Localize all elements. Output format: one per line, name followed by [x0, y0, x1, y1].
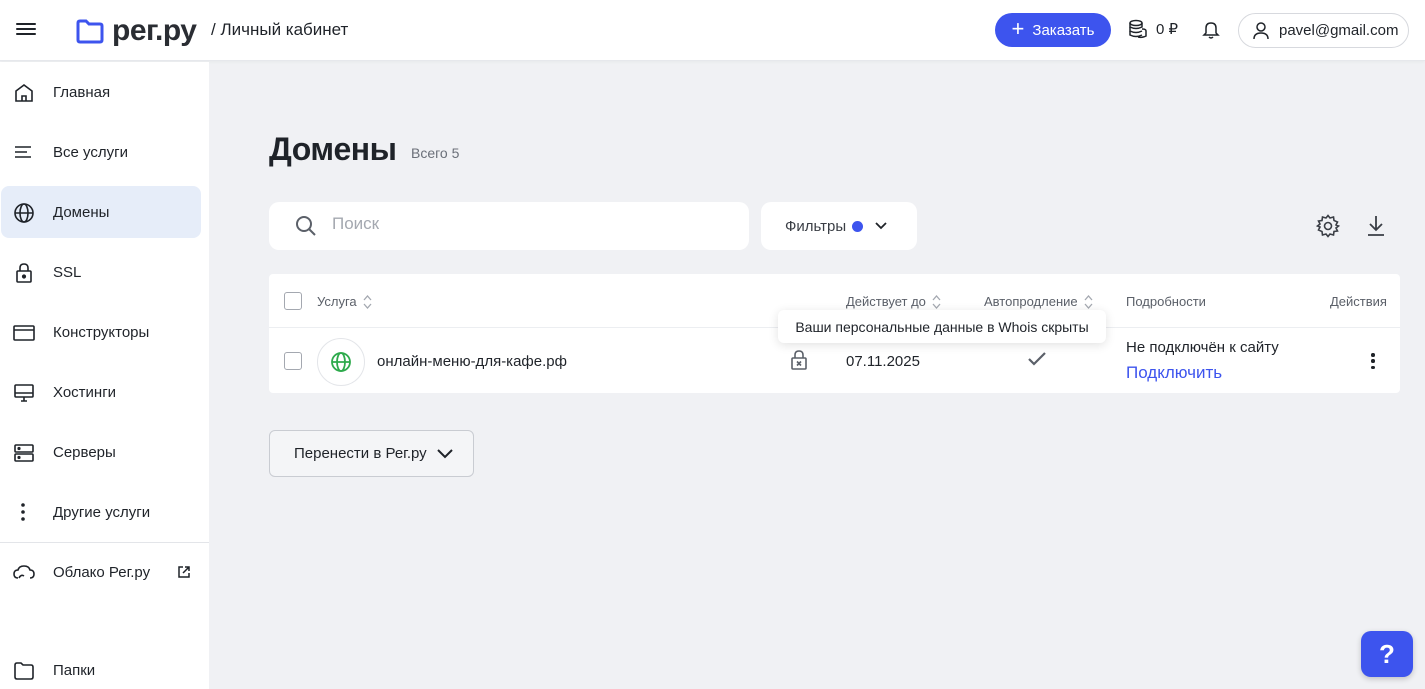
page-title: Домены [269, 131, 397, 167]
sidebar-item-label: Конструкторы [53, 323, 150, 341]
sidebar: Главная Все услуги Домены SSL Конструкто… [0, 62, 209, 689]
globe-icon [331, 352, 351, 372]
sidebar-item-label: Папки [53, 661, 96, 679]
row-checkbox[interactable] [284, 352, 302, 370]
home-icon [15, 84, 33, 102]
user-email: pavel@gmail.com [1279, 22, 1399, 39]
sidebar-item-label: Серверы [53, 443, 116, 461]
search-box[interactable] [269, 202, 749, 250]
column-service[interactable]: Услуга [317, 294, 372, 309]
sidebar-item-label: Домены [53, 203, 110, 221]
more-vertical-icon [21, 503, 25, 521]
domain-count: Всего 5 [411, 145, 460, 161]
sidebar-item-label: SSL [53, 263, 82, 281]
balance-value: 0 ₽ [1156, 21, 1179, 38]
header: рег.ру / Личный кабинет + Заказать 0 ₽ p… [0, 0, 1425, 61]
sidebar-item-label: Хостинги [53, 383, 117, 401]
sidebar-item-cloud[interactable]: Облако Рег.ру [1, 546, 201, 598]
whois-privacy-lock-icon[interactable] [790, 349, 808, 376]
sidebar-item-domains[interactable]: Домены [1, 186, 201, 238]
search-input[interactable] [332, 214, 732, 234]
globe-icon [14, 203, 34, 223]
sort-icon [363, 294, 372, 309]
sort-icon [932, 294, 941, 309]
column-label: Действует до [846, 294, 926, 309]
sidebar-item-folders[interactable]: Папки [1, 644, 201, 689]
column-actions: Действия [1330, 294, 1387, 309]
column-autorenew[interactable]: Автопродление [984, 294, 1093, 309]
row-actions-icon[interactable] [1370, 353, 1376, 369]
user-account-button[interactable]: pavel@gmail.com [1238, 13, 1409, 48]
coins-icon [1129, 19, 1147, 39]
sidebar-item-label: Все услуги [53, 143, 128, 161]
plus-icon: + [1011, 16, 1025, 41]
balance[interactable]: 0 ₽ [1128, 19, 1178, 39]
filters-button[interactable]: Фильтры [761, 202, 917, 250]
lock-icon [16, 263, 32, 283]
filters-label: Фильтры [785, 217, 847, 235]
checkmark-icon [1027, 351, 1047, 372]
menu-icon[interactable] [16, 20, 36, 40]
column-label: Автопродление [984, 294, 1078, 309]
cloud-icon [13, 565, 35, 579]
user-icon [1253, 21, 1269, 39]
sidebar-divider [0, 542, 209, 543]
chevron-down-icon [436, 448, 453, 458]
list-icon [15, 146, 31, 158]
sidebar-item-other-services[interactable]: Другие услуги [1, 486, 201, 538]
order-button[interactable]: + Заказать [995, 13, 1111, 47]
valid-until-date: 07.11.2025 [846, 353, 920, 370]
external-link-icon [178, 566, 190, 578]
server-icon [14, 444, 34, 462]
sidebar-item-hosting[interactable]: Хостинги [1, 366, 201, 418]
folder-logo-icon [76, 19, 104, 44]
column-label: Услуга [317, 294, 357, 309]
chevron-down-icon [875, 222, 887, 230]
sort-icon [1084, 294, 1093, 309]
sidebar-item-ssl[interactable]: SSL [1, 246, 201, 298]
select-all-checkbox[interactable] [284, 292, 302, 310]
logo-text: рег.ру [112, 14, 197, 47]
whois-tooltip: Ваши персональные данные в Whois скрыты [778, 310, 1106, 343]
gear-icon[interactable] [1315, 214, 1341, 243]
search-icon [296, 216, 316, 236]
sidebar-item-servers[interactable]: Серверы [1, 426, 201, 478]
domain-name-link[interactable]: онлайн-меню-для-кафе.рф [377, 353, 567, 370]
sidebar-item-label: Облако Рег.ру [53, 563, 151, 581]
window-icon [13, 325, 35, 341]
logo[interactable]: рег.ру [76, 14, 197, 48]
domain-avatar [317, 338, 365, 386]
sidebar-item-constructors[interactable]: Конструкторы [1, 306, 201, 358]
transfer-button[interactable]: Перенести в Рег.ру [269, 430, 474, 477]
sidebar-item-home[interactable]: Главная [1, 66, 201, 118]
folder-icon [14, 662, 34, 680]
column-valid-until[interactable]: Действует до [846, 294, 941, 309]
breadcrumb: / Личный кабинет [211, 20, 349, 39]
connect-link[interactable]: Подключить [1126, 363, 1222, 383]
sidebar-item-label: Другие услуги [53, 503, 151, 521]
transfer-label: Перенести в Рег.ру [294, 445, 427, 462]
site-status: Не подключён к сайту [1126, 339, 1279, 356]
monitor-icon [14, 384, 34, 402]
filter-active-dot [852, 220, 864, 232]
order-button-label: Заказать [1032, 21, 1095, 39]
column-details: Подробности [1126, 294, 1206, 309]
sidebar-item-all-services[interactable]: Все услуги [1, 126, 201, 178]
sidebar-item-label: Главная [53, 83, 111, 101]
bell-icon[interactable] [1202, 20, 1220, 45]
help-button[interactable]: ? [1361, 631, 1413, 677]
download-icon[interactable] [1366, 214, 1386, 243]
